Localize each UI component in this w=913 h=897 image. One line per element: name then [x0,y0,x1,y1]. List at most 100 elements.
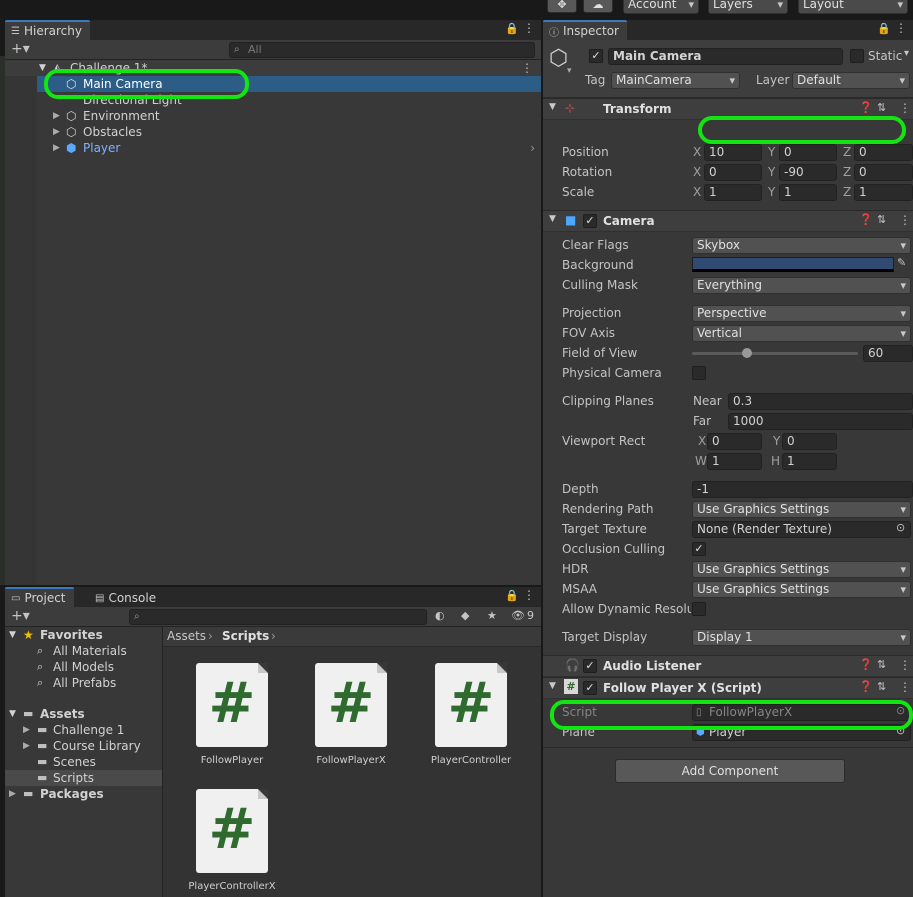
more-menu-icon[interactable]: ⋮ [523,588,535,602]
favorite-item[interactable]: ⌕ All Materials [5,643,162,659]
script-file[interactable]: # PlayerControllerX [185,789,276,897]
camera-header[interactable]: ▼ ■ ✓ Camera ❓ ⇅ ⋮ [543,210,913,232]
follow-player-checkbox[interactable]: ✓ [583,681,597,695]
component-menu-icon[interactable]: ⋮ [899,680,911,694]
collab-button[interactable]: ✥ [547,0,577,13]
presets-icon[interactable]: ⇅ [877,213,886,226]
eyedropper-icon[interactable]: ✎ [897,256,906,269]
chevron-down-icon[interactable]: ▾ [904,48,909,59]
account-dropdown[interactable]: Account [623,0,699,14]
asset-folder[interactable]: ▶ ▬ Course Library [5,738,162,754]
packages-row[interactable]: ▶ ▬ Packages [5,786,162,802]
chevron-down-icon[interactable]: ▾ [567,66,572,76]
script-file[interactable]: # FollowPlayer [185,663,275,773]
viewport-y-field[interactable]: 0 [782,433,837,450]
active-checkbox[interactable]: ✓ [589,49,603,63]
rotation-z-field[interactable]: 0 [854,164,913,181]
projection-dropdown[interactable]: Perspective [692,305,911,322]
asset-folder-selected[interactable]: ▬ Scripts [5,770,162,786]
expand-arrow-icon[interactable]: ▼ [9,627,16,643]
static-checkbox[interactable] [850,49,864,63]
hierarchy-item-player[interactable]: ▶ ⬢ Player › [5,140,541,156]
expand-arrow-icon[interactable]: ▶ [23,738,30,754]
create-plus-icon[interactable]: +▾ [11,608,30,624]
culling-mask-dropdown[interactable]: Everything [692,277,911,294]
object-name-field[interactable]: Main Camera [608,48,843,65]
position-x-field[interactable]: 10 [704,144,762,161]
layout-dropdown[interactable]: Layout [798,0,908,14]
viewport-h-field[interactable]: 1 [782,453,837,470]
component-menu-icon[interactable]: ⋮ [899,658,911,672]
create-plus-icon[interactable]: +▾ [11,41,30,57]
layers-dropdown[interactable]: Layers [708,0,788,14]
audio-listener-checkbox[interactable]: ✓ [583,659,597,673]
hierarchy-item-obstacles[interactable]: ▶ ⬡ Obstacles [5,124,541,140]
expand-arrow-icon[interactable]: ▼ [549,102,556,112]
tab-inspector[interactable]: ⓘ Inspector [543,20,627,40]
expand-arrow-icon[interactable]: ▶ [53,140,60,156]
dynamic-resolution-checkbox[interactable] [692,602,706,616]
background-color-swatch[interactable] [692,257,894,272]
component-menu-icon[interactable]: ⋮ [899,101,911,115]
scene-menu-icon[interactable]: ⋮ [521,60,533,76]
position-z-field[interactable]: 0 [854,144,913,161]
scale-y-field[interactable]: 1 [779,184,837,201]
fov-slider-track[interactable] [692,348,858,358]
lock-icon[interactable]: 🔒 [505,22,519,35]
object-picker-icon[interactable]: ⊙ [896,521,905,534]
far-field[interactable]: 1000 [728,413,913,430]
favorite-item[interactable]: ⌕ All Models [5,659,162,675]
breadcrumb-assets[interactable]: Assets [167,629,206,643]
msaa-dropdown[interactable]: Use Graphics Settings [692,581,911,598]
help-icon[interactable]: ❓ [859,101,873,114]
rotation-x-field[interactable]: 0 [704,164,762,181]
viewport-w-field[interactable]: 1 [707,453,762,470]
presets-icon[interactable]: ⇅ [877,658,886,671]
project-search-input[interactable]: ⌕ [129,609,427,625]
near-field[interactable]: 0.3 [728,393,913,410]
expand-arrow-icon[interactable]: ▶ [53,108,60,124]
hdr-dropdown[interactable]: Use Graphics Settings [692,561,911,578]
assets-row[interactable]: ▼ ▬ Assets [5,706,162,722]
expand-arrow-icon[interactable]: ▶ [9,786,16,802]
help-icon[interactable]: ❓ [859,213,873,226]
position-y-field[interactable]: 0 [779,144,837,161]
scale-z-field[interactable]: 1 [854,184,913,201]
add-component-button[interactable]: Add Component [615,759,845,783]
presets-icon[interactable]: ⇅ [877,101,886,114]
expand-arrow-icon[interactable]: ▼ [549,681,556,691]
layer-dropdown[interactable]: Default [792,72,910,89]
fov-field[interactable]: 60 [863,345,913,362]
hidden-eye-icon[interactable]: 👁 [511,609,525,622]
hierarchy-item-environment[interactable]: ▶ ⬡ Environment [5,108,541,124]
physical-camera-checkbox[interactable] [692,366,706,380]
favorite-item[interactable]: ⌕ All Prefabs [5,675,162,691]
target-texture-field[interactable]: None (Render Texture) [692,521,911,538]
fov-slider-thumb[interactable] [741,348,752,358]
tag-dropdown[interactable]: MainCamera [611,72,740,89]
lock-icon[interactable]: 🔒 [505,589,519,602]
filter-label-icon[interactable]: ◆ [461,609,469,622]
expand-arrow-icon[interactable]: ▼ [549,214,556,224]
target-display-dropdown[interactable]: Display 1 [692,629,911,646]
more-menu-icon[interactable]: ⋮ [523,21,535,35]
script-file[interactable]: # PlayerController [424,663,514,773]
favorite-star-icon[interactable]: ★ [487,609,497,622]
script-file[interactable]: # FollowPlayerX [304,663,394,773]
more-menu-icon[interactable]: ⋮ [895,21,907,35]
help-icon[interactable]: ❓ [859,658,873,671]
tab-console[interactable]: ▤ Console [89,587,165,607]
help-icon[interactable]: ❓ [859,680,873,693]
tab-hierarchy[interactable]: ☰ Hierarchy [5,20,90,40]
camera-enabled-checkbox[interactable]: ✓ [583,214,597,228]
expand-arrow-icon[interactable]: ▶ [23,722,30,738]
fov-axis-dropdown[interactable]: Vertical [692,325,911,342]
rotation-y-field[interactable]: -90 [779,164,837,181]
scale-x-field[interactable]: 1 [704,184,762,201]
viewport-x-field[interactable]: 0 [707,433,762,450]
depth-field[interactable]: -1 [692,481,913,498]
hierarchy-search-input[interactable]: ⌕ All [229,42,535,58]
asset-folder[interactable]: ▬ Scenes [5,754,162,770]
expand-arrow-icon[interactable]: ▶ [53,124,60,140]
asset-folder[interactable]: ▶ ▬ Challenge 1 [5,722,162,738]
